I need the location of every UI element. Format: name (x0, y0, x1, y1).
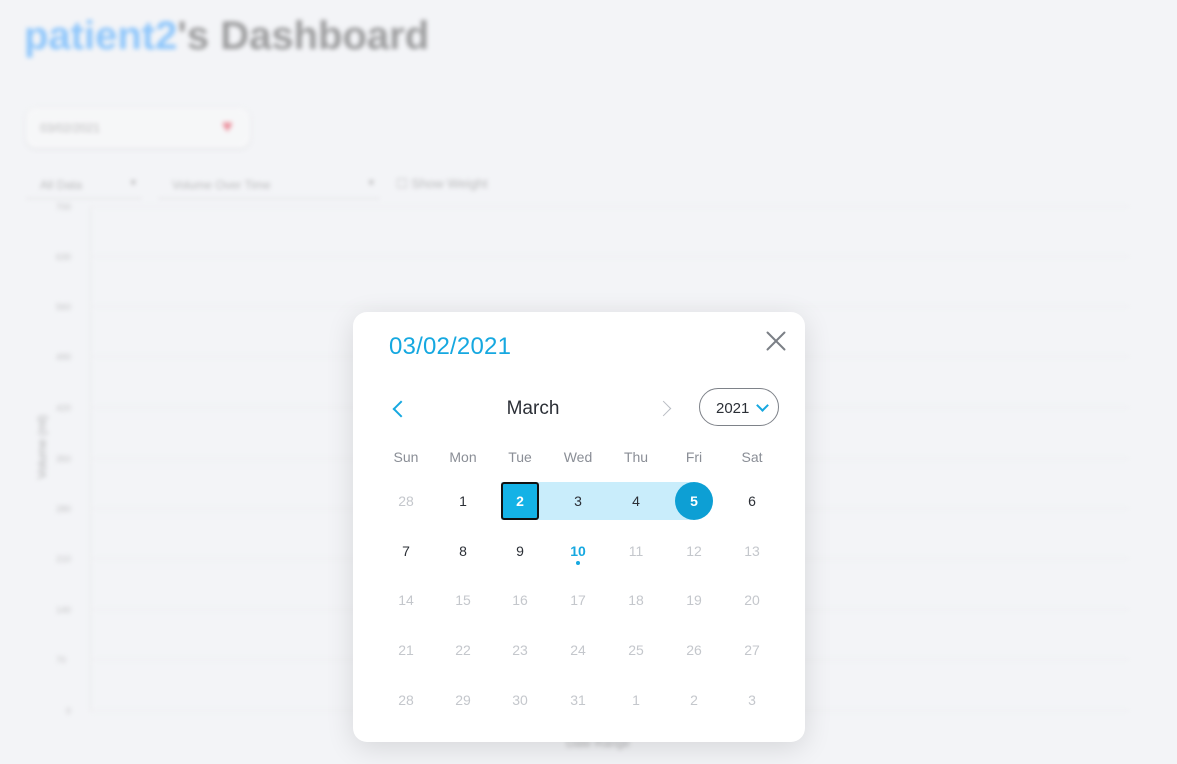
grid-line (90, 306, 1130, 307)
y-tick-label: 700 (56, 202, 72, 212)
calendar-day: 29 (455, 692, 471, 708)
calendar-day: 31 (570, 692, 586, 708)
show-weight-checkbox[interactable]: ☐ Show Weight (396, 176, 488, 192)
weekday-label: Sat (741, 449, 763, 465)
page-title: patient2's Dashboard (24, 14, 429, 59)
calendar-day: 15 (455, 592, 471, 608)
y-tick-label: 140 (56, 605, 72, 615)
y-tick-label: 630 (56, 252, 72, 262)
calendar-day[interactable]: 2 (501, 482, 539, 520)
chevron-down-icon: ▾ (368, 177, 374, 189)
calendar-day: 18 (628, 592, 644, 608)
year-select-value: 2021 (716, 400, 750, 417)
calendar-day[interactable]: 10 (558, 531, 598, 571)
calendar-day: 3 (748, 692, 756, 708)
previous-month-button[interactable] (389, 398, 409, 418)
data-filter-select[interactable]: All Data ▾ (26, 170, 142, 199)
y-tick-label: 350 (56, 454, 72, 464)
chevron-down-icon: ▾ (130, 177, 136, 189)
y-axis-label: Volume (ml) (35, 414, 50, 480)
calendar-day: 24 (570, 642, 586, 658)
month-label: March (506, 398, 560, 419)
calendar-day: 19 (686, 592, 702, 608)
calendar-day: 26 (686, 642, 702, 658)
y-tick-label: 490 (56, 352, 72, 362)
calendar-day: 25 (628, 642, 644, 658)
weekday-label: Fri (685, 449, 703, 465)
date-range-field[interactable]: 03/02/2021 ♥ (26, 108, 250, 148)
weekday-label: Tue (508, 449, 532, 465)
weekday-label: Thu (623, 449, 649, 465)
calendar-day: 12 (686, 543, 702, 559)
y-tick-label: 280 (56, 504, 72, 514)
chart-type-select[interactable]: Volume Over Time ▾ (158, 170, 380, 199)
calendar-day: 11 (628, 543, 644, 559)
date-picker-modal: 03/02/2021 March 2021 Sun Mon Tue Wed Thu Fri… (353, 312, 805, 742)
selected-date-display: 03/02/2021 (389, 333, 512, 360)
calendar-day: 16 (512, 592, 528, 608)
data-filter-value: All Data (40, 178, 83, 192)
calendar-day[interactable]: 7 (386, 531, 426, 571)
page-title-user: patient2 (24, 14, 178, 58)
y-tick-label: 70 (56, 655, 67, 665)
show-weight-label: Show Weight (411, 176, 488, 191)
page-title-suffix: 's Dashboard (177, 14, 430, 58)
calendar-day[interactable]: 9 (500, 531, 540, 571)
calendar-day: 28 (398, 493, 414, 509)
calendar-day: 13 (744, 543, 760, 559)
calendar-day: 2 (690, 692, 698, 708)
calendar-day: 20 (744, 592, 760, 608)
chevron-down-icon (756, 399, 769, 412)
calendar-day: 17 (570, 592, 586, 608)
weekday-label: Mon (449, 449, 477, 465)
grid-line (90, 206, 1130, 207)
y-tick-label: 420 (56, 403, 72, 413)
calendar-day: 23 (512, 642, 528, 658)
calendar-day: 28 (398, 692, 414, 708)
calendar-day[interactable]: 4 (616, 481, 656, 521)
today-indicator-dot (576, 561, 580, 565)
calendar-day[interactable]: 1 (443, 481, 483, 521)
close-icon[interactable] (765, 330, 787, 352)
chart-type-value: Volume Over Time (172, 178, 271, 192)
date-range-value: 03/02/2021 (40, 121, 101, 135)
calendar-day: 22 (455, 642, 471, 658)
y-tick-label: 0 (66, 706, 72, 716)
calendar-day: 30 (512, 692, 528, 708)
calendar-day[interactable]: 8 (443, 531, 483, 571)
y-tick-label: 210 (56, 554, 72, 564)
next-month-button[interactable] (656, 398, 676, 418)
calendar-day[interactable]: 3 (558, 481, 598, 521)
heart-icon: ♥ (222, 116, 233, 136)
grid-line (90, 256, 1130, 257)
calendar-day: 14 (398, 592, 414, 608)
calendar-day[interactable]: 6 (732, 481, 772, 521)
calendar-day[interactable]: 5 (675, 482, 713, 520)
year-select[interactable]: 2021 (699, 388, 779, 426)
y-tick-label: 560 (56, 302, 72, 312)
weekday-label: Wed (563, 449, 593, 465)
weekday-label: Sun (393, 449, 419, 465)
calendar-day: 21 (398, 642, 414, 658)
calendar-day: 27 (744, 642, 760, 658)
calendar-day: 1 (632, 692, 640, 708)
